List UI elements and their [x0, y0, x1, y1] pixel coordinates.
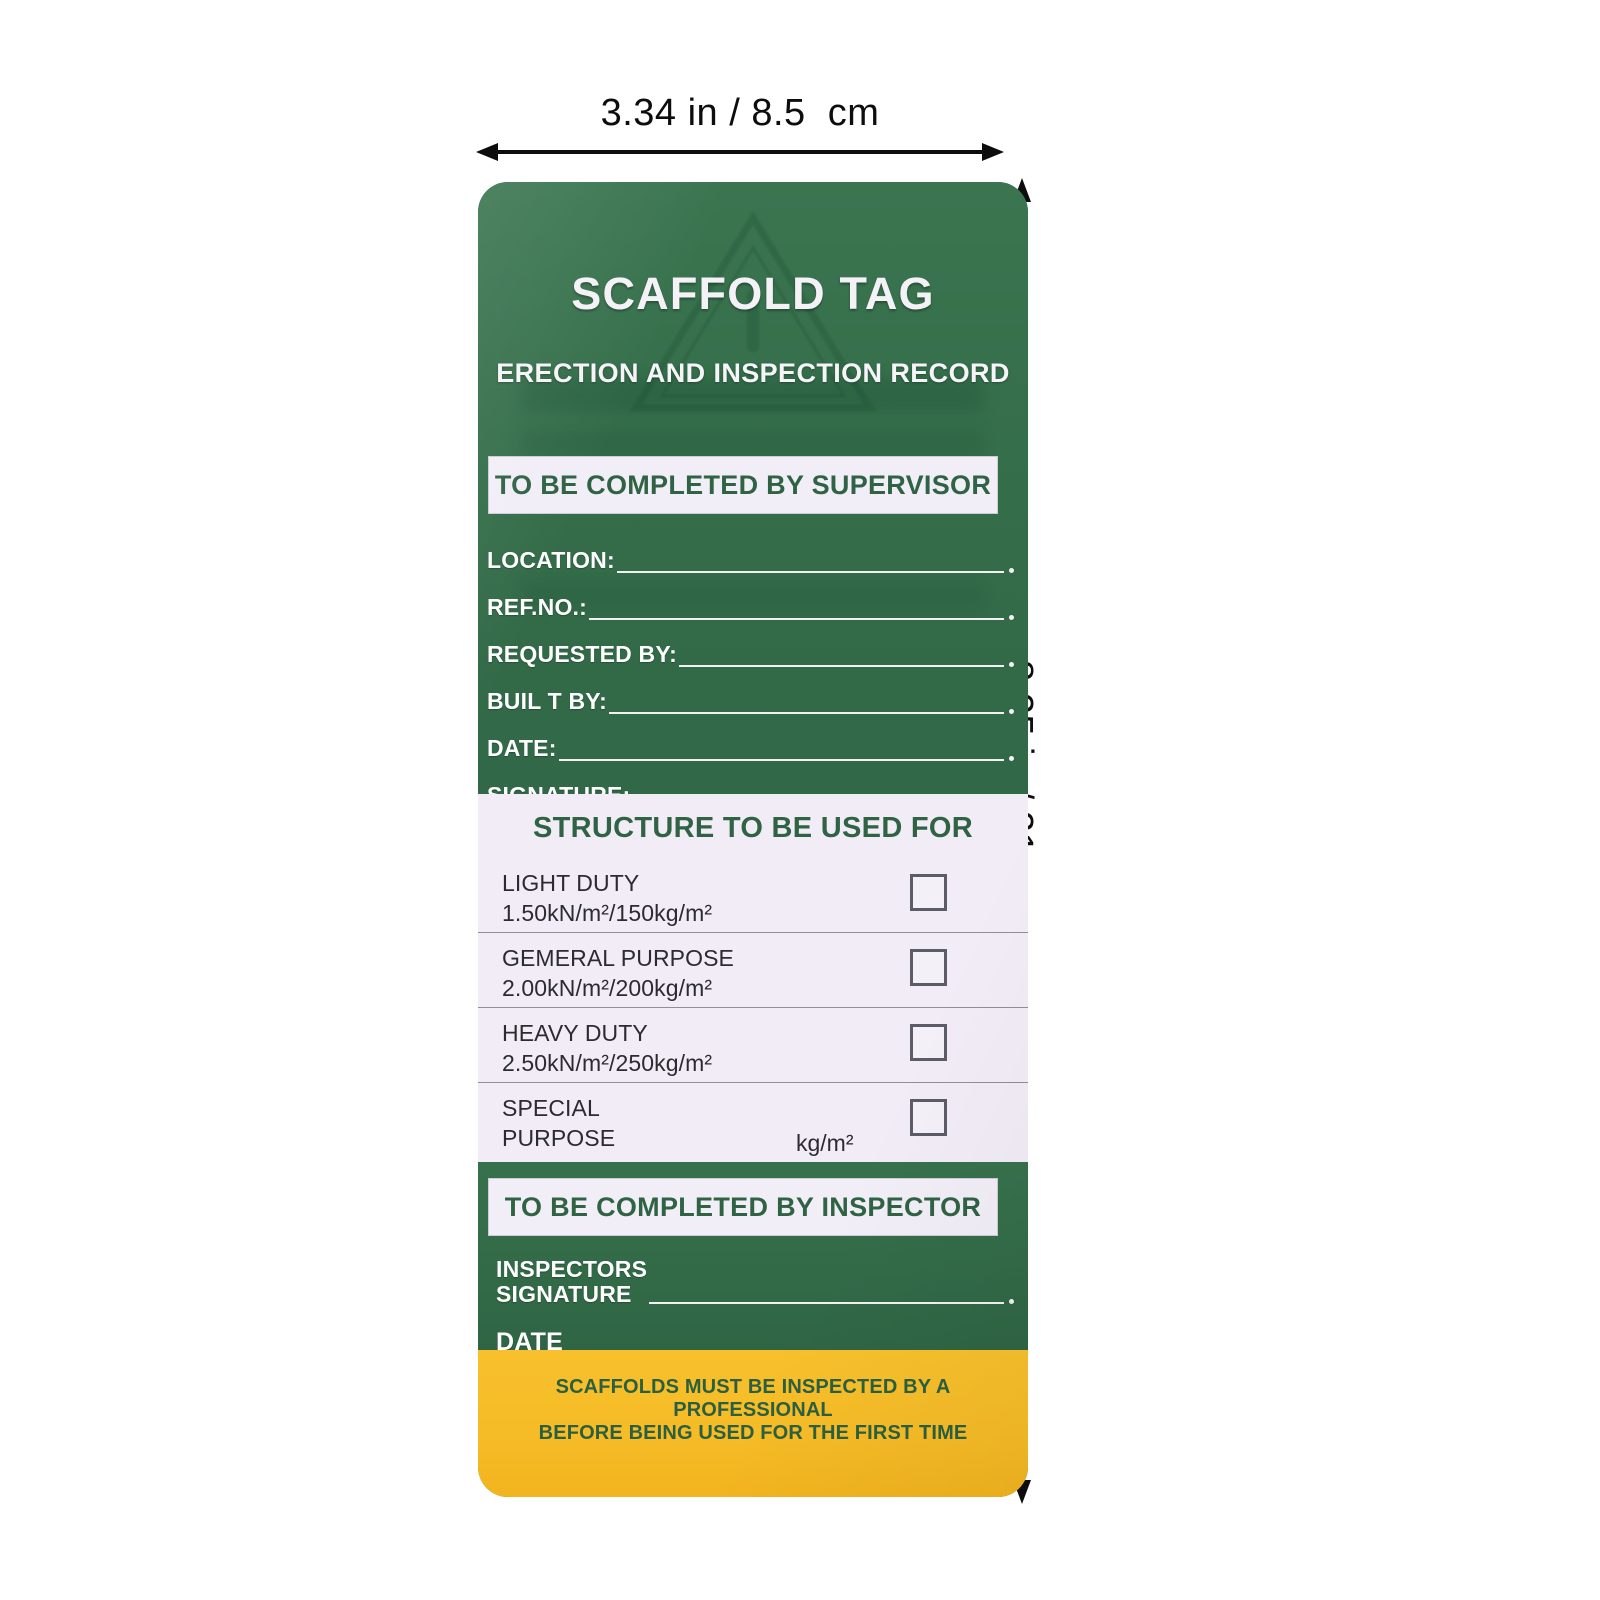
duty-options-list: LIGHT DUTY 1.50kN/m²/150kg/m² GEMERAL PU… [478, 858, 1028, 1157]
product-photo-stage: 3.34 in / 8.5 cm 8.25 in / 21 cm SCAFFOL… [0, 0, 1600, 1600]
warning-footer-line-1: SCAFFOLDS MUST BE INSPECTED BY A PROFESS… [555, 1376, 951, 1421]
field-input-requested-by[interactable] [679, 656, 1014, 671]
field-row-requested-by: REQUESTED BY: [478, 624, 1028, 671]
duty-row-light-duty: LIGHT DUTY 1.50kN/m²/150kg/m² [478, 858, 1028, 932]
inspector-section-header-label: TO BE COMPLETED BY INSPECTOR [504, 1191, 982, 1222]
width-dimension-label: 3.34 in / 8.5 cm [600, 92, 880, 134]
tag-title: SCAFFOLD TAG [571, 268, 935, 319]
duty-label-light-duty: LIGHT DUTY 1.50kN/m²/150kg/m² [502, 869, 712, 929]
duty-rating-general-purpose: 2.00kN/m²/200kg/m² [502, 974, 713, 1001]
field-input-ref-no[interactable] [589, 609, 1014, 624]
duty-row-general-purpose: GEMERAL PURPOSE 2.00kN/m²/200kg/m² [478, 932, 1028, 1007]
duty-checkbox-general-purpose[interactable] [910, 949, 947, 986]
structure-section-header: STRUCTURE TO BE USED FOR [532, 812, 974, 844]
showthrough-text-band [522, 430, 984, 456]
duty-name-heavy-duty: HEAVY DUTY [502, 1020, 648, 1046]
inspector-section-header: TO BE COMPLETED BY INSPECTOR [488, 1178, 998, 1236]
field-label-signature: SIGNATURE: [487, 784, 630, 795]
field-row-location: LOCATION: [478, 530, 1028, 577]
duty-rating-heavy-duty: 2.50kN/m²/250kg/m² [502, 1049, 713, 1076]
field-input-built-by[interactable] [608, 703, 1015, 718]
field-input-date[interactable] [558, 750, 1015, 765]
field-label-date: DATE: [487, 735, 557, 761]
inspector-section: TO BE COMPLETED BY INSPECTOR INSPECTORS … [478, 1162, 1028, 1356]
duty-checkbox-special-purpose[interactable] [910, 1099, 947, 1136]
width-dimension-arrow [476, 143, 1004, 161]
duty-label-heavy-duty: HEAVY DUTY 2.50kN/m²/250kg/m² [502, 1019, 712, 1079]
duty-name-special-purpose: SPECIAL [502, 1095, 600, 1121]
scaffold-tag-card: SCAFFOLD TAG ERECTION AND INSPECTION REC… [478, 182, 1028, 1497]
field-row-inspectors-signature: INSPECTORS SIGNATURE [478, 1248, 1028, 1308]
field-label-built-by: BUIL T BY: [487, 688, 607, 714]
field-input-inspectors-signature[interactable] [649, 1293, 1014, 1308]
duty-label-special-purpose: SPECIAL PURPOSE [502, 1094, 615, 1154]
tag-subtitle: ERECTION AND INSPECTION RECORD [496, 358, 1010, 388]
field-row-date: DATE: [478, 718, 1028, 765]
field-label-ref-no: REF.NO.: [487, 594, 587, 620]
duty-row-heavy-duty: HEAVY DUTY 2.50kN/m²/250kg/m² [478, 1007, 1028, 1082]
duty-unit-special-purpose: kg/m² [796, 1130, 854, 1156]
structure-section: STRUCTURE TO BE USED FOR LIGHT DUTY 1.50… [478, 794, 1028, 1162]
duty-rating-special-purpose: PURPOSE [502, 1124, 616, 1151]
duty-label-general-purpose: GEMERAL PURPOSE 2.00kN/m²/200kg/m² [502, 944, 734, 1004]
warning-footer-section: SCAFFOLDS MUST BE INSPECTED BY A PROFESS… [478, 1350, 1028, 1497]
field-label-inspectors-signature: INSPECTORS SIGNATURE [496, 1255, 648, 1308]
duty-checkbox-light-duty[interactable] [910, 874, 947, 911]
duty-name-general-purpose: GEMERAL PURPOSE [502, 945, 734, 971]
field-input-location[interactable] [616, 562, 1015, 577]
duty-checkbox-heavy-duty[interactable] [910, 1024, 947, 1061]
duty-rating-light-duty: 1.50kN/m²/150kg/m² [502, 899, 713, 926]
field-row-ref-no: REF.NO.: [478, 577, 1028, 624]
inspector-fields: INSPECTORS SIGNATURE DATE [478, 1248, 1028, 1360]
warning-footer-line-2: BEFORE BEING USED FOR THE FIRST TIME [538, 1422, 968, 1444]
field-row-built-by: BUIL T BY: [478, 671, 1028, 718]
duty-name-light-duty: LIGHT DUTY [502, 870, 640, 896]
field-label-requested-by: REQUESTED BY: [487, 641, 678, 667]
duty-row-special-purpose: SPECIAL PURPOSE kg/m² [478, 1082, 1028, 1157]
tag-header-section: SCAFFOLD TAG ERECTION AND INSPECTION REC… [478, 182, 1028, 794]
supervisor-fields: LOCATION: REF.NO.: REQUESTED BY: BUIL T … [478, 530, 1028, 794]
field-label-location: LOCATION: [487, 547, 615, 573]
field-row-signature: SIGNATURE: [478, 765, 1028, 795]
supervisor-section-header: TO BE COMPLETED BY SUPERVISOR [488, 456, 998, 514]
supervisor-section-header-label: TO BE COMPLETED BY SUPERVISOR [494, 469, 992, 500]
